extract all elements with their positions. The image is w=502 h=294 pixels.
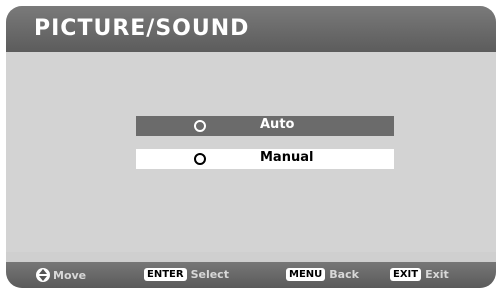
hint-exit-label: Exit	[425, 268, 449, 281]
option-label: Manual	[260, 150, 314, 165]
exit-key: EXIT	[390, 268, 422, 281]
menu-header: PICTURE/SOUND	[6, 6, 496, 52]
radio-icon	[194, 120, 206, 132]
hint-menu-label: Back	[329, 268, 359, 281]
enter-key: ENTER	[144, 268, 187, 281]
radio-icon	[194, 153, 206, 165]
footer-hints: Move ENTER Select MENU Back EXIT Exit	[6, 262, 496, 288]
hint-move: Move	[36, 268, 86, 282]
option-label: Auto	[260, 117, 295, 132]
hint-exit: EXIT Exit	[390, 268, 449, 281]
page-title: PICTURE/SOUND	[34, 16, 250, 41]
menu-key: MENU	[286, 268, 326, 281]
hint-menu: MENU Back	[286, 268, 359, 281]
hint-enter-label: Select	[190, 268, 229, 281]
option-manual[interactable]: Manual	[136, 149, 394, 169]
tv-osd-screen: PICTURE/SOUND Auto Manual Move ENTER Sel…	[6, 6, 496, 288]
option-auto[interactable]: Auto	[136, 116, 394, 136]
up-down-arrows-icon	[36, 268, 50, 282]
hint-move-label: Move	[53, 268, 87, 282]
hint-enter: ENTER Select	[144, 268, 229, 281]
